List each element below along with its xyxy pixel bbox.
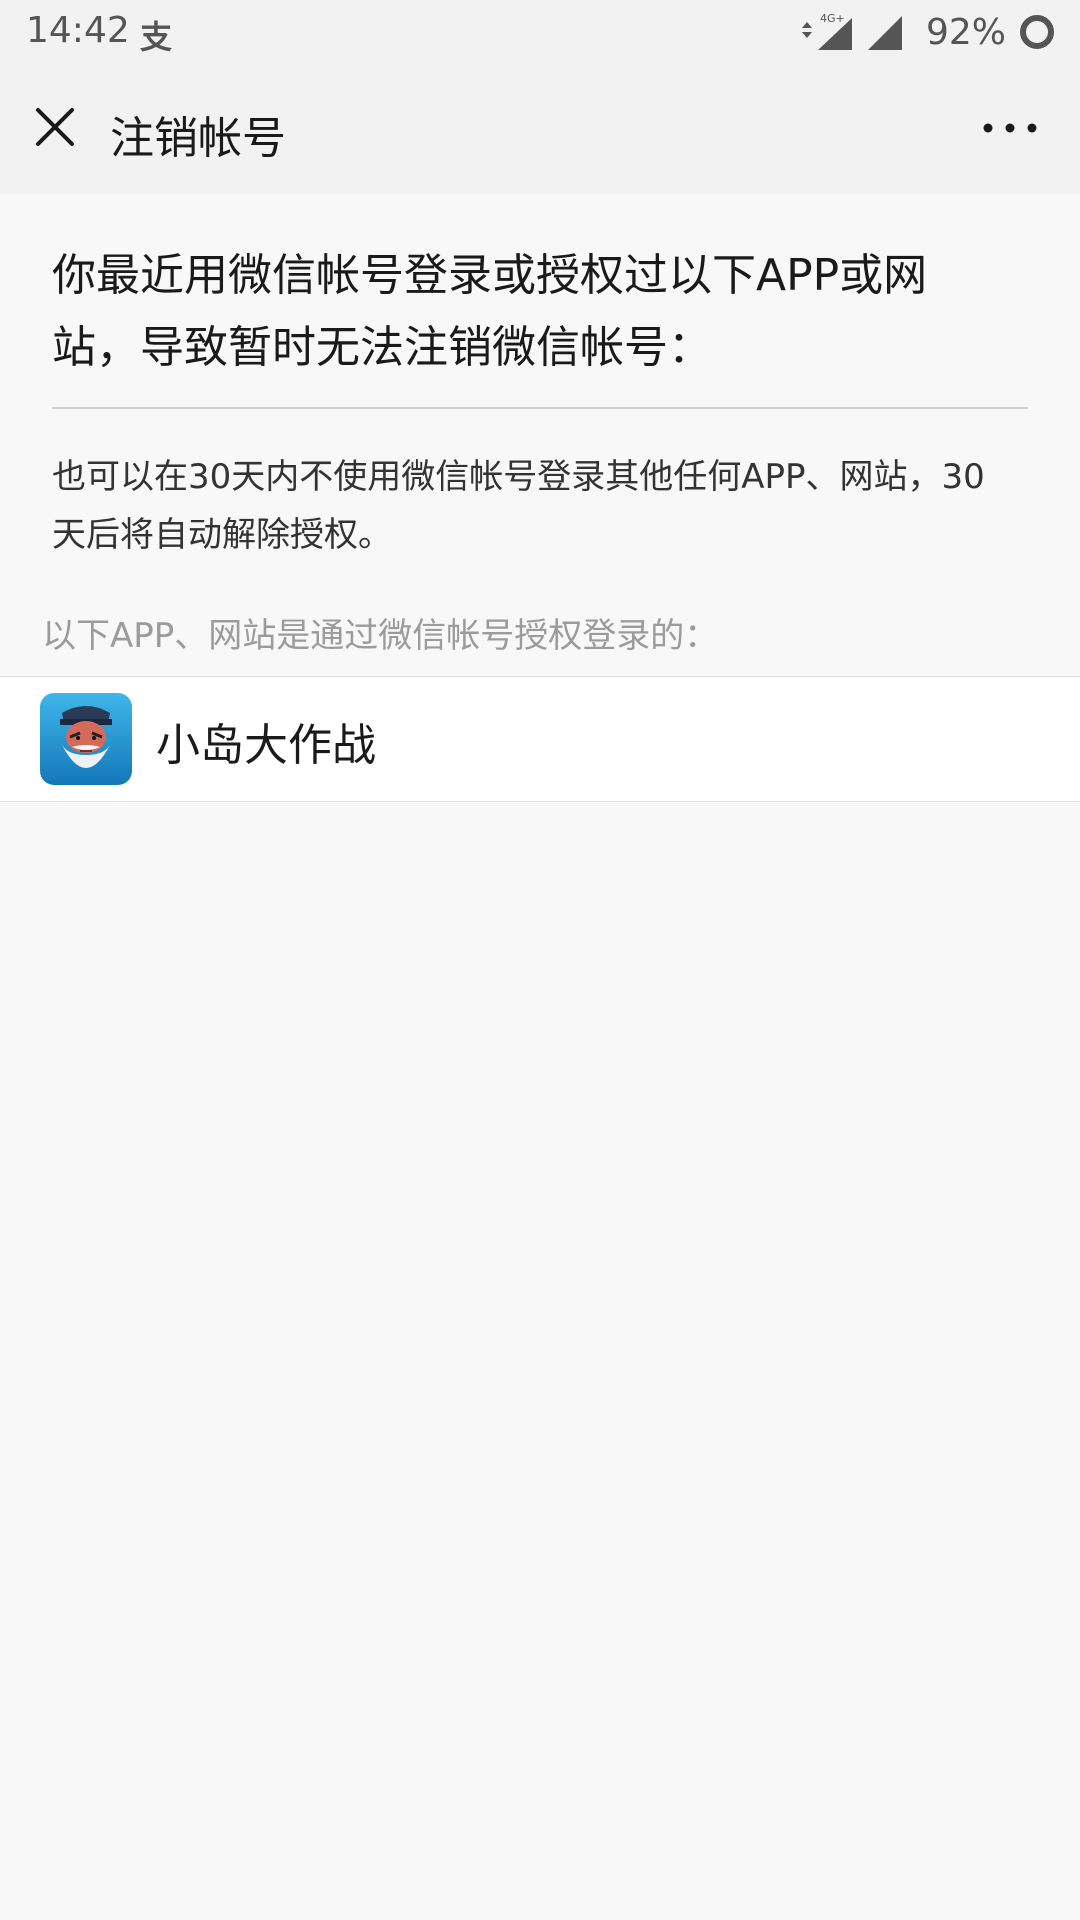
close-icon[interactable] bbox=[30, 102, 80, 152]
signal-strength-icon bbox=[867, 16, 902, 50]
more-options-icon[interactable] bbox=[980, 116, 1040, 140]
page-title: 注销帐号 bbox=[110, 113, 286, 164]
alipay-notification-icon: 支 bbox=[140, 18, 173, 56]
section-label: 以下APP、网站是通过微信帐号授权登录的： bbox=[42, 616, 719, 656]
game-character-icon bbox=[40, 693, 132, 785]
status-bar: 14:42 支 4G+ 92% bbox=[0, 0, 1080, 64]
battery-icon bbox=[1020, 15, 1054, 49]
status-time: 14:42 bbox=[26, 10, 130, 51]
main-heading: 你最近用微信帐号登录或授权过以下APP或网站，导致暂时无法注销微信帐号： bbox=[52, 250, 928, 373]
authorized-app-list: 小岛大作战 bbox=[0, 676, 1080, 802]
app-name: 小岛大作战 bbox=[156, 720, 376, 771]
network-type-label: 4G+ bbox=[820, 12, 845, 25]
status-indicators: 4G+ 92% bbox=[798, 10, 1056, 54]
info-text: 也可以在30天内不使用微信帐号登录其他任何APP、网站，30天后将自动解除授权。 bbox=[52, 457, 985, 555]
mobile-signal-icon: 4G+ bbox=[801, 12, 852, 50]
navigation-bar: 注销帐号 bbox=[0, 64, 1080, 194]
divider bbox=[52, 407, 1028, 409]
battery-percent: 92% bbox=[925, 11, 1006, 53]
